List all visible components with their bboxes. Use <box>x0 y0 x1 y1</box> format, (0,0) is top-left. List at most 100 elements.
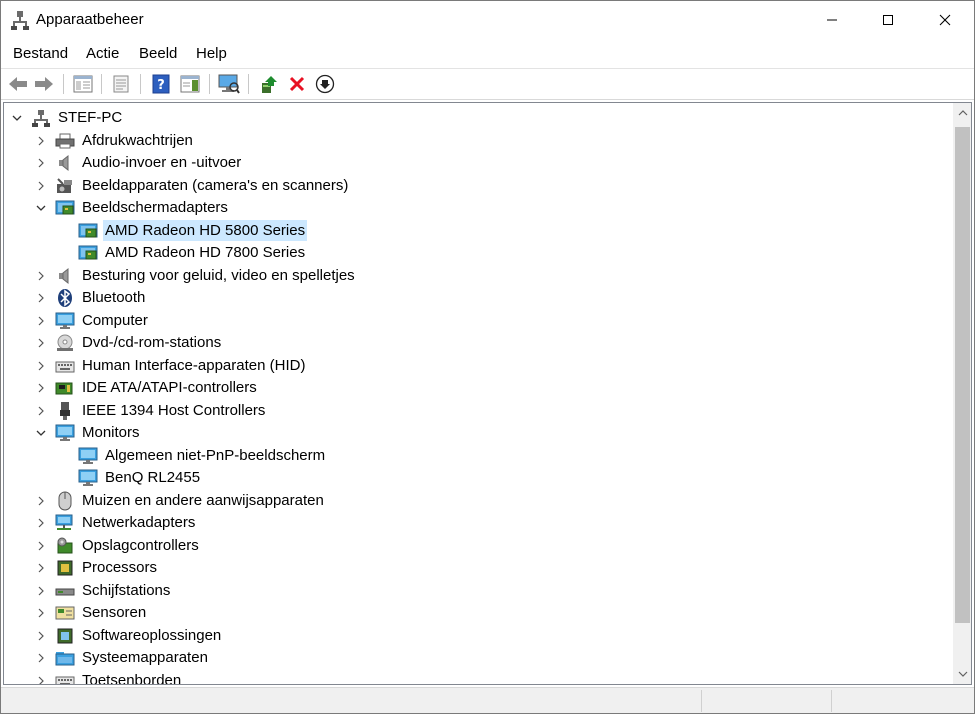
update-driver-icon[interactable] <box>258 73 280 95</box>
status-separator <box>831 690 832 712</box>
menu-help[interactable]: Help <box>196 45 227 62</box>
item-label: Besturing voor geluid, video en spelletj… <box>82 266 355 284</box>
keyboard-icon <box>55 672 75 684</box>
status-bar <box>1 687 974 713</box>
chevron-right-icon[interactable] <box>35 360 47 372</box>
scroll-down-icon[interactable] <box>953 664 971 684</box>
chevron-right-icon[interactable] <box>35 585 47 597</box>
device-manager-window: Apparaatbeheer Bestand Actie Beeld Help <box>0 0 975 714</box>
close-button[interactable] <box>922 1 968 39</box>
toolbar-separator <box>101 74 102 94</box>
chevron-right-icon[interactable] <box>35 292 47 304</box>
chevron-right-icon[interactable] <box>35 495 47 507</box>
scan-hardware-icon[interactable] <box>218 73 240 95</box>
disable-device-icon[interactable] <box>314 73 336 95</box>
item-label: AMD Radeon HD 7800 Series <box>105 244 306 261</box>
item-label: Netwerkadapters <box>82 514 196 531</box>
item-label: Audio-invoer en -uitvoer <box>82 154 242 171</box>
chevron-right-icon[interactable] <box>35 517 47 529</box>
keyboard-icon <box>55 357 75 375</box>
chevron-right-icon[interactable] <box>35 540 47 552</box>
svg-text:?: ? <box>157 78 165 93</box>
properties-view-icon[interactable] <box>72 73 94 95</box>
maximize-button[interactable] <box>865 1 911 39</box>
scroll-up-icon[interactable] <box>953 103 971 123</box>
device-tree[interactable]: STEF-PC Afdrukwachtrijen Audio-invoer en -… <box>3 102 972 685</box>
item-label: Softwareoplossingen <box>82 626 222 644</box>
item-label: Toetsenborden <box>82 671 182 685</box>
computer-root-icon <box>31 109 51 127</box>
mouse-icon <box>55 491 75 510</box>
chevron-right-icon[interactable] <box>35 675 47 684</box>
storage-controller-icon <box>55 537 75 555</box>
item-label: Opslagcontrollers <box>82 536 199 554</box>
chevron-right-icon[interactable] <box>35 337 47 349</box>
item-label: IEEE 1394 Host Controllers <box>82 401 266 419</box>
sensor-icon <box>55 604 75 622</box>
disc-drive-icon <box>55 334 75 352</box>
scrollbar-thumb[interactable] <box>955 127 970 623</box>
item-label: Monitors <box>82 424 140 441</box>
chevron-right-icon[interactable] <box>35 630 47 642</box>
back-icon[interactable] <box>7 73 29 95</box>
chevron-right-icon[interactable] <box>35 157 47 169</box>
item-label: Algemeen niet-PnP-beeldscherm <box>105 446 326 464</box>
status-separator <box>701 690 702 712</box>
toolbar-separator <box>63 74 64 94</box>
chevron-right-icon[interactable] <box>35 315 47 327</box>
monitor-icon <box>55 312 75 330</box>
tree-root-label: STEF-PC <box>58 109 123 126</box>
show-hidden-icon[interactable] <box>110 73 132 95</box>
chevron-right-icon[interactable] <box>35 562 47 574</box>
toolbar-separator <box>209 74 210 94</box>
chevron-right-icon[interactable] <box>35 270 47 282</box>
forward-icon[interactable] <box>33 73 55 95</box>
title-bar: Apparaatbeheer <box>1 1 974 39</box>
speaker-icon <box>55 267 75 285</box>
monitor-icon <box>78 469 98 487</box>
monitor-icon <box>78 447 98 465</box>
uninstall-icon[interactable] <box>286 73 308 95</box>
action-pane-icon[interactable] <box>179 73 201 95</box>
item-label: Beeldschermadapters <box>82 199 228 216</box>
display-adapter-icon <box>78 222 98 240</box>
menu-actie[interactable]: Actie <box>86 45 119 62</box>
menu-beeld[interactable]: Beeld <box>139 45 177 62</box>
toolbar: ? <box>1 68 974 100</box>
item-label: Muizen en andere aanwijsapparaten <box>82 491 324 509</box>
device-manager-app-icon <box>11 10 29 30</box>
selected-item-label: AMD Radeon HD 5800 Series <box>103 219 308 241</box>
minimize-button[interactable] <box>809 1 855 39</box>
menu-bar: Bestand Actie Beeld Help <box>1 41 974 67</box>
chevron-right-icon[interactable] <box>35 607 47 619</box>
chevron-right-icon[interactable] <box>35 180 47 192</box>
disk-drive-icon <box>55 582 75 600</box>
network-icon <box>55 514 75 532</box>
display-adapter-icon <box>55 199 75 217</box>
firewire-icon <box>55 401 75 420</box>
chevron-down-icon[interactable] <box>35 202 47 214</box>
chevron-down-icon[interactable] <box>11 112 23 124</box>
software-icon <box>55 627 75 645</box>
help-icon[interactable]: ? <box>150 73 172 95</box>
toolbar-separator <box>248 74 249 94</box>
monitor-icon <box>55 424 75 442</box>
chevron-down-icon[interactable] <box>35 427 47 439</box>
chevron-right-icon[interactable] <box>35 135 47 147</box>
bluetooth-icon <box>55 289 75 307</box>
window-title: Apparaatbeheer <box>36 11 144 28</box>
item-label: Dvd-/cd-rom-stations <box>82 334 222 351</box>
camera-icon <box>55 177 75 195</box>
item-label: Schijfstations <box>82 581 171 599</box>
item-label: Sensoren <box>82 604 147 621</box>
chevron-right-icon[interactable] <box>35 405 47 417</box>
printer-icon <box>55 132 75 150</box>
vertical-scrollbar[interactable] <box>953 103 971 684</box>
chevron-right-icon[interactable] <box>35 652 47 664</box>
processor-icon <box>55 559 75 577</box>
chevron-right-icon[interactable] <box>35 382 47 394</box>
menu-bestand[interactable]: Bestand <box>13 45 68 62</box>
system-folder-icon <box>55 649 75 667</box>
item-label: Human Interface-apparaten (HID) <box>82 356 306 374</box>
item-label: Bluetooth <box>82 289 146 306</box>
